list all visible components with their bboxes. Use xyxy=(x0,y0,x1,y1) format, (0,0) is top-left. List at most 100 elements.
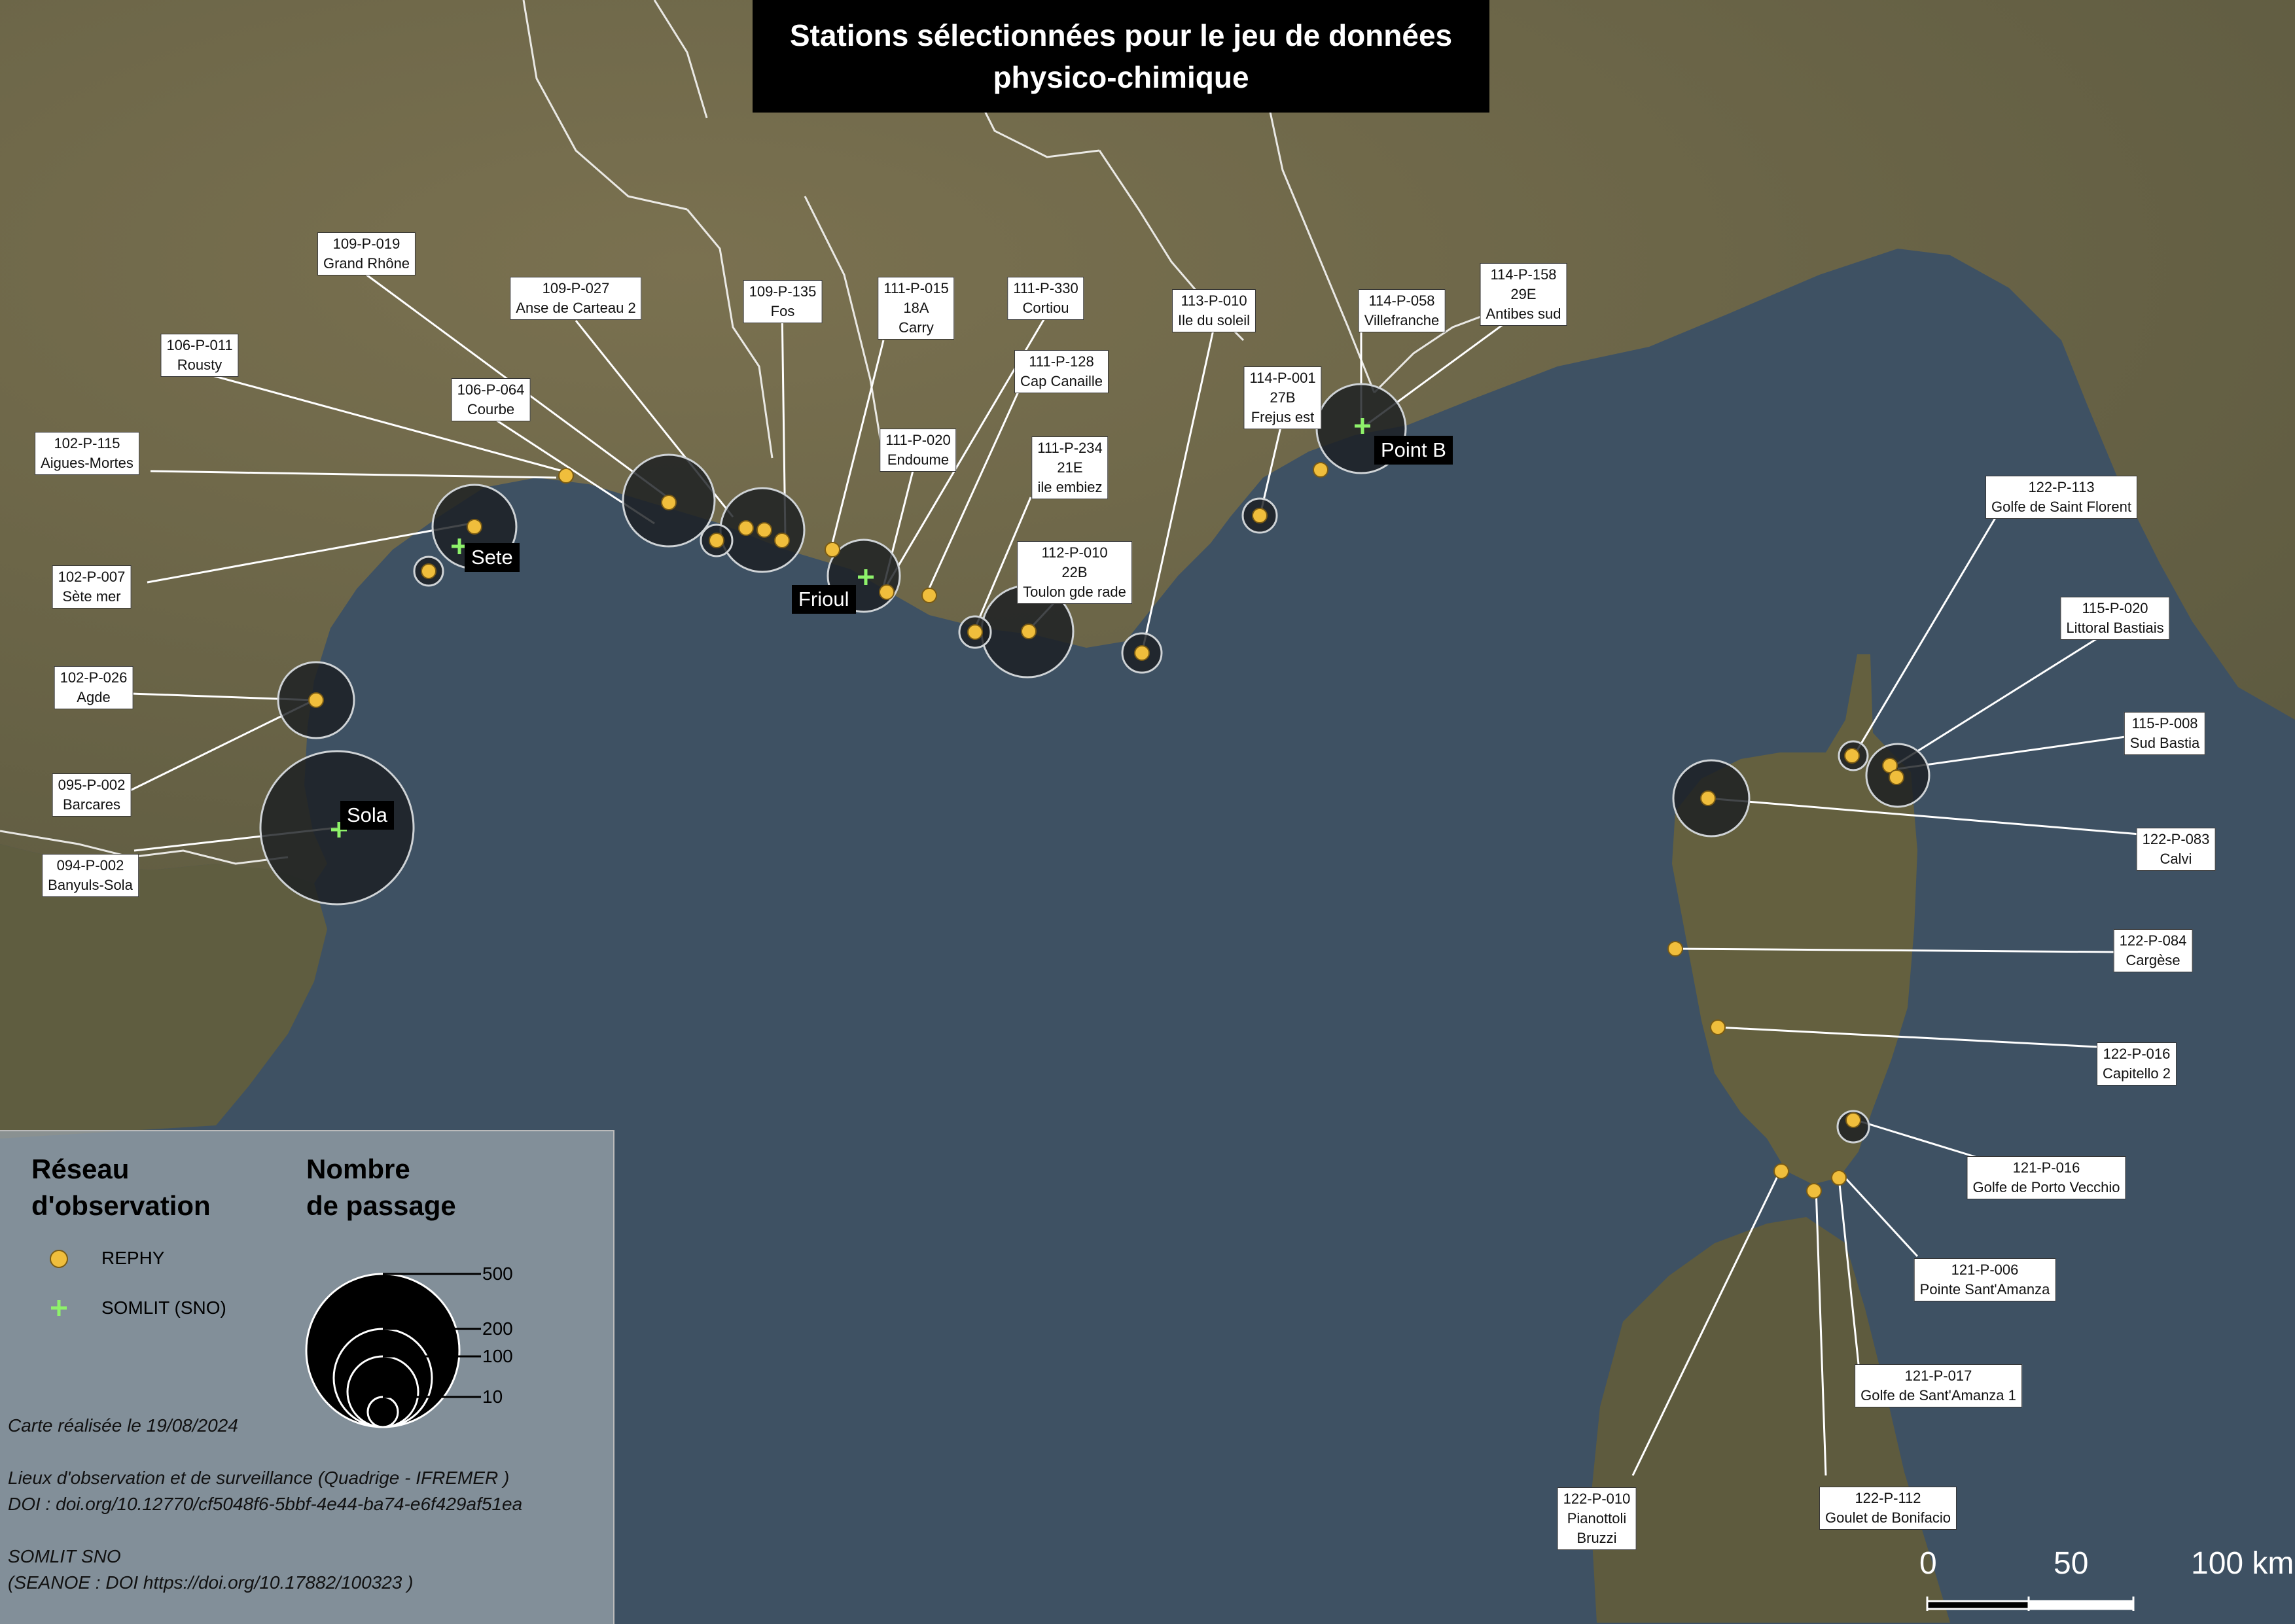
credit-source-somlit: SOMLIT SNO xyxy=(8,1546,121,1566)
station-label-122-p-083[interactable]: 122-P-083 Calvi xyxy=(2136,828,2216,871)
legend-passage-title: Nombre de passage xyxy=(306,1151,456,1224)
station-code: 102-P-026 xyxy=(60,669,128,686)
station-label-095-p-002[interactable]: 095-P-002 Barcares xyxy=(52,773,132,817)
station-label-102-p-115[interactable]: 102-P-115 Aigues-Mortes xyxy=(35,432,139,475)
station-label-121-p-006[interactable]: 121-P-006 Pointe Sant'Amanza xyxy=(1913,1258,2056,1301)
legend-size-200: 200 xyxy=(482,1318,513,1339)
credit-date: Carte réalisée le 19/08/2024 xyxy=(8,1415,238,1436)
station-name: Rousty xyxy=(177,357,222,373)
station-code: 122-P-016 xyxy=(2103,1046,2171,1062)
station-label-102-p-026[interactable]: 102-P-026 Agde xyxy=(54,666,133,709)
station-code: 102-P-007 xyxy=(58,569,126,585)
somlit-label-sola[interactable]: Sola xyxy=(340,801,395,830)
somlit-label-point-b[interactable]: Point B xyxy=(1374,436,1453,465)
station-label-102-p-007[interactable]: 102-P-007 Sète mer xyxy=(52,565,132,609)
station-name: 21E xyxy=(1057,459,1083,476)
scale-label-0: 0 xyxy=(1919,1546,1937,1581)
station-label-122-p-016[interactable]: 122-P-016 Capitello 2 xyxy=(2097,1042,2177,1086)
station-label-094-p-002[interactable]: 094-P-002 Banyuls-Sola xyxy=(42,854,139,897)
station-name: Goulet de Bonifacio xyxy=(1824,1509,1951,1526)
station-code: 109-P-135 xyxy=(749,283,817,300)
station-label-111-p-015[interactable]: 111-P-015 18A Carry xyxy=(878,277,955,340)
credit-doi-somlit[interactable]: (SEANOE : DOI https://doi.org/10.17882/1… xyxy=(8,1570,522,1596)
station-code: 122-P-113 xyxy=(2028,479,2095,495)
station-name: 27B xyxy=(1270,389,1296,406)
station-name: Golfe de Saint Florent xyxy=(1991,499,2132,515)
station-code: 114-P-001 xyxy=(1249,370,1316,386)
scale-label-100km: 100 km xyxy=(2191,1546,2294,1581)
station-name: Sète mer xyxy=(62,588,121,605)
station-label-106-p-011[interactable]: 106-P-011 Rousty xyxy=(160,334,239,377)
station-label-121-p-017[interactable]: 121-P-017 Golfe de Sant'Amanza 1 xyxy=(1855,1364,2022,1407)
station-name: Capitello 2 xyxy=(2103,1065,2171,1082)
station-label-109-p-135[interactable]: 109-P-135 Fos xyxy=(743,280,823,323)
station-code: 111-P-234 xyxy=(1037,440,1103,456)
station-code: 121-P-006 xyxy=(1951,1262,2019,1278)
station-label-114-p-058[interactable]: 114-P-058 Villefranche xyxy=(1358,289,1446,332)
legend-rephy-label: REPHY xyxy=(101,1248,165,1268)
station-label-114-p-001[interactable]: 114-P-001 27B Frejus est xyxy=(1243,366,1322,429)
station-name: Cap Canaille xyxy=(1020,373,1103,389)
station-name: Banyuls-Sola xyxy=(48,877,133,893)
station-name: Agde xyxy=(77,689,111,705)
map-title-line1: Stations sélectionnées pour le jeu de do… xyxy=(789,18,1453,52)
legend-network-title-line2: d'observation xyxy=(31,1190,211,1221)
station-name: Pointe Sant'Amanza xyxy=(1919,1281,2050,1297)
station-code: 115-P-008 xyxy=(2131,715,2198,732)
station-name: Frejus est xyxy=(1251,409,1315,425)
station-label-122-p-113[interactable]: 122-P-113 Golfe de Saint Florent xyxy=(1985,476,2138,519)
station-label-109-p-019[interactable]: 109-P-019 Grand Rhône xyxy=(317,232,416,275)
station-label-122-p-010[interactable]: 122-P-010 Pianottoli Bruzzi xyxy=(1557,1487,1637,1550)
station-label-111-p-234[interactable]: 111-P-234 21E ile embiez xyxy=(1031,436,1109,499)
scale-label-50: 50 xyxy=(2054,1546,2089,1581)
station-name: Cargèse xyxy=(2126,952,2180,968)
station-label-115-p-008[interactable]: 115-P-008 Sud Bastia xyxy=(2124,712,2206,755)
station-name: Golfe de Porto Vecchio xyxy=(1972,1179,2120,1195)
station-code: 122-P-083 xyxy=(2142,831,2210,847)
legend-passage-title-line2: de passage xyxy=(306,1190,456,1221)
station-label-111-p-020[interactable]: 111-P-020 Endoume xyxy=(880,429,957,472)
station-label-113-p-010[interactable]: 113-P-010 Ile du soleil xyxy=(1171,289,1256,332)
station-code: 111-P-128 xyxy=(1029,353,1094,370)
station-code: 122-P-084 xyxy=(2119,932,2187,949)
station-label-122-p-084[interactable]: 122-P-084 Cargèse xyxy=(2113,929,2193,972)
station-label-121-p-016[interactable]: 121-P-016 Golfe de Porto Vecchio xyxy=(1966,1156,2126,1199)
station-name: ile embiez xyxy=(1037,479,1103,495)
legend-rephy-dot-icon xyxy=(50,1250,68,1268)
station-code: 111-P-015 xyxy=(883,280,949,296)
station-name: Barcares xyxy=(62,796,121,813)
station-label-111-p-128[interactable]: 111-P-128 Cap Canaille xyxy=(1014,350,1109,393)
station-code: 115-P-020 xyxy=(2082,600,2148,616)
station-name: Cortiou xyxy=(1022,300,1069,316)
station-label-122-p-112[interactable]: 122-P-112 Goulet de Bonifacio xyxy=(1819,1487,1957,1530)
station-name: Antibes sud xyxy=(1486,306,1561,322)
somlit-label-frioul[interactable]: Frioul xyxy=(792,585,856,614)
station-code: 121-P-016 xyxy=(2012,1159,2080,1176)
station-code: 112-P-010 xyxy=(1041,544,1108,561)
station-code: 114-P-158 xyxy=(1490,266,1557,283)
station-name: 22B xyxy=(1061,564,1088,580)
station-name: Carry xyxy=(898,319,934,336)
station-name: Calvi xyxy=(2160,851,2192,867)
station-code: 109-P-027 xyxy=(542,280,610,296)
station-label-112-p-010[interactable]: 112-P-010 22B Toulon gde rade xyxy=(1017,541,1132,604)
station-label-114-p-158[interactable]: 114-P-158 29E Antibes sud xyxy=(1480,263,1567,326)
station-name: 18A xyxy=(903,300,929,316)
station-code: 122-P-010 xyxy=(1563,1491,1631,1507)
somlit-label-sete[interactable]: Sete xyxy=(465,543,520,572)
station-name: Endoume xyxy=(887,451,950,468)
station-label-109-p-027[interactable]: 109-P-027 Anse de Carteau 2 xyxy=(510,277,642,320)
station-code: 094-P-002 xyxy=(56,857,124,874)
credit-source-quadrige: Lieux d'observation et de surveillance (… xyxy=(8,1468,510,1488)
legend-symbols xyxy=(50,1250,68,1316)
station-label-111-p-330[interactable]: 111-P-330 Cortiou xyxy=(1007,277,1084,320)
station-code: 113-P-010 xyxy=(1181,292,1247,309)
station-label-115-p-020[interactable]: 115-P-020 Littoral Bastiais xyxy=(2060,597,2170,640)
station-name: Aigues-Mortes xyxy=(41,455,133,471)
station-code: 106-P-064 xyxy=(457,381,525,398)
legend-network-title: Réseau d'observation xyxy=(31,1151,211,1224)
station-label-106-p-064[interactable]: 106-P-064 Courbe xyxy=(451,378,531,421)
legend-somlit-cross-icon xyxy=(51,1300,67,1316)
credit-doi-quadrige[interactable]: DOI : doi.org/10.12770/cf5048f6-5bbf-4e4… xyxy=(8,1491,522,1517)
station-name: Anse de Carteau 2 xyxy=(516,300,636,316)
